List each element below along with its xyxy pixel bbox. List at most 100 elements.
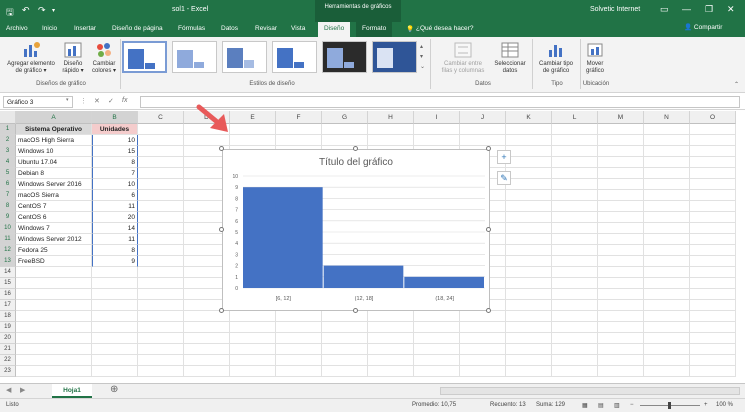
table-cell-units[interactable]: 14 [92, 223, 138, 234]
cell[interactable] [690, 322, 736, 333]
table-cell-units[interactable]: 20 [92, 212, 138, 223]
cell[interactable] [690, 289, 736, 300]
chart-style-4[interactable] [272, 41, 317, 73]
cell[interactable] [552, 146, 598, 157]
cell[interactable] [506, 256, 552, 267]
cell[interactable] [552, 124, 598, 135]
cell[interactable] [644, 190, 690, 201]
cell[interactable] [506, 124, 552, 135]
close-icon[interactable]: ✕ [727, 4, 735, 15]
cell[interactable] [460, 344, 506, 355]
cell[interactable] [230, 333, 276, 344]
cell[interactable] [138, 245, 184, 256]
cell[interactable] [644, 201, 690, 212]
cell[interactable] [322, 124, 368, 135]
cell[interactable] [138, 135, 184, 146]
tell-me-box[interactable]: ¿Qué desea hacer? [416, 25, 473, 32]
resize-handle-ne[interactable] [486, 146, 491, 151]
cell[interactable] [138, 223, 184, 234]
cell[interactable] [16, 267, 92, 278]
row-header[interactable]: 15 [0, 278, 16, 289]
cell[interactable] [552, 135, 598, 146]
cell[interactable] [276, 322, 322, 333]
header-sistema-operativo[interactable]: Sistema Operativo [16, 124, 92, 135]
cell[interactable] [598, 190, 644, 201]
enter-icon[interactable]: ✓ [108, 97, 114, 105]
cell[interactable] [414, 135, 460, 146]
cell[interactable] [506, 333, 552, 344]
table-cell-units[interactable]: 10 [92, 179, 138, 190]
table-cell-units[interactable]: 9 [92, 256, 138, 267]
column-header-m[interactable]: M [598, 111, 644, 124]
cell[interactable] [414, 322, 460, 333]
cell[interactable] [230, 322, 276, 333]
cell[interactable] [460, 311, 506, 322]
resize-handle-e[interactable] [486, 227, 491, 232]
cell[interactable] [414, 355, 460, 366]
column-header-n[interactable]: N [644, 111, 690, 124]
column-header-j[interactable]: J [460, 111, 506, 124]
cell[interactable] [552, 300, 598, 311]
cell[interactable] [138, 179, 184, 190]
redo-icon[interactable]: ↷ [38, 5, 46, 16]
cell[interactable] [16, 300, 92, 311]
chart-style-1[interactable] [122, 41, 167, 73]
cell[interactable] [506, 245, 552, 256]
cell[interactable] [598, 234, 644, 245]
table-cell-os[interactable]: CentOS 6 [16, 212, 92, 223]
user-name[interactable]: Solvetic Internet [590, 6, 640, 13]
cell[interactable] [690, 168, 736, 179]
cell[interactable] [598, 333, 644, 344]
cell[interactable] [138, 289, 184, 300]
cell[interactable] [460, 333, 506, 344]
cell[interactable] [368, 124, 414, 135]
cell[interactable] [644, 212, 690, 223]
cell[interactable] [690, 234, 736, 245]
cell[interactable] [598, 179, 644, 190]
cell[interactable] [92, 322, 138, 333]
cell[interactable] [598, 366, 644, 377]
resize-handle-w[interactable] [219, 227, 224, 232]
cell[interactable] [16, 278, 92, 289]
prev-sheet-icon[interactable]: ◀ [6, 386, 11, 394]
cell[interactable] [644, 223, 690, 234]
table-cell-os[interactable]: Windows 7 [16, 223, 92, 234]
select-data-button[interactable]: Seleccionar datos [490, 41, 530, 75]
column-header-e[interactable]: E [230, 111, 276, 124]
cell[interactable] [598, 267, 644, 278]
cell[interactable] [138, 322, 184, 333]
tab-archivo[interactable]: Archivo [6, 25, 28, 32]
cell[interactable] [414, 124, 460, 135]
cell[interactable] [138, 190, 184, 201]
row-header[interactable]: 1 [0, 124, 16, 135]
cell[interactable] [552, 256, 598, 267]
chart-bars[interactable] [243, 187, 484, 288]
cell[interactable] [690, 179, 736, 190]
cell[interactable] [92, 278, 138, 289]
cell[interactable] [138, 256, 184, 267]
undo-icon[interactable]: ↶ [22, 5, 30, 16]
column-header-h[interactable]: H [368, 111, 414, 124]
table-cell-os[interactable]: FreeBSD [16, 256, 92, 267]
cell[interactable] [644, 168, 690, 179]
column-header-k[interactable]: K [506, 111, 552, 124]
chart-object[interactable]: Título del gráfico 0 1 2 3 4 5 6 7 8 9 10 [6, 12] (… [222, 149, 490, 311]
cell[interactable] [322, 333, 368, 344]
minimize-icon[interactable]: — [682, 4, 691, 14]
cell[interactable] [598, 223, 644, 234]
cell[interactable] [276, 355, 322, 366]
cell[interactable] [598, 300, 644, 311]
cell[interactable] [598, 256, 644, 267]
histogram-bar[interactable] [323, 265, 404, 288]
cell[interactable] [644, 322, 690, 333]
cell[interactable] [138, 278, 184, 289]
cell[interactable] [16, 333, 92, 344]
quick-layout-button[interactable]: Diseño rápido ▾ [58, 41, 88, 75]
cell[interactable] [138, 267, 184, 278]
zoom-level[interactable]: 100 % [716, 402, 733, 408]
table-cell-os[interactable]: Windows Server 2016 [16, 179, 92, 190]
cell[interactable] [598, 322, 644, 333]
cell[interactable] [644, 344, 690, 355]
share-button[interactable]: 👤 Compartir [684, 23, 722, 31]
tab-diseno[interactable]: Diseño [318, 22, 351, 37]
